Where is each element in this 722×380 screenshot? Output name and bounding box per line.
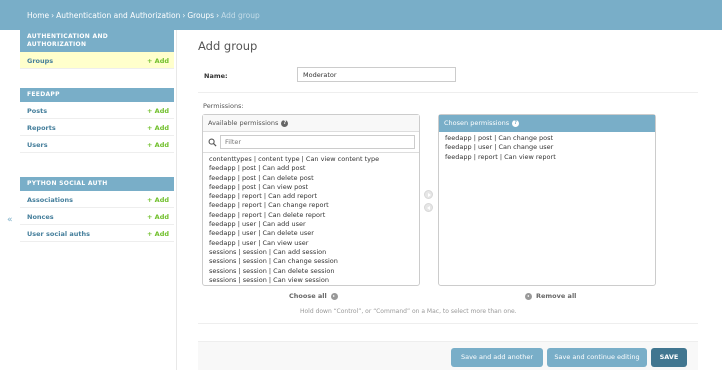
choose-all-label[interactable]: Choose all	[289, 292, 327, 300]
permission-option[interactable]: sessions | session | Can view session	[209, 276, 413, 285]
chosen-permissions-title-text: Chosen permissions	[444, 119, 510, 127]
help-icon[interactable]: ?	[512, 119, 520, 127]
permission-option[interactable]: feedapp | user | Can view user	[209, 239, 413, 248]
remove-all-link[interactable]: Remove all	[525, 292, 576, 300]
module-caption[interactable]: PYTHON SOCIAL AUTH	[20, 177, 174, 191]
sidebar-item-users[interactable]: Users + Add	[20, 136, 174, 153]
arrow-left-icon	[525, 292, 532, 300]
permission-option[interactable]: feedapp | post | Can view post	[209, 183, 413, 192]
breadcrumb-model-link[interactable]: Groups	[187, 11, 214, 20]
permission-option[interactable]: feedapp | post | Can delete post	[209, 174, 413, 183]
sidebar-collapse-toggle[interactable]: «	[7, 215, 13, 225]
available-permissions-title-text: Available permissions	[208, 119, 279, 127]
choose-all-link[interactable]: Choose all	[289, 292, 338, 300]
add-users-link[interactable]: + Add	[147, 141, 169, 149]
name-input[interactable]: Moderator	[297, 67, 456, 82]
permission-option[interactable]: sessions | session | Can add session	[209, 248, 413, 257]
help-icon[interactable]: ?	[281, 119, 289, 127]
permission-option[interactable]: feedapp | user | Can change user	[445, 143, 649, 152]
module-feedapp: FEEDAPP Posts + Add Reports + Add Users …	[20, 88, 174, 153]
add-groups-link[interactable]: + Add	[147, 57, 169, 65]
add-associations-link[interactable]: + Add	[147, 196, 169, 204]
available-permissions-box: Available permissions? contenttypes | co…	[202, 114, 420, 286]
permission-option[interactable]: feedapp | post | Can add post	[209, 164, 413, 173]
remove-arrow-button[interactable]	[424, 203, 433, 212]
sidebar-item-reports[interactable]: Reports + Add	[20, 119, 174, 136]
permission-option[interactable]: feedapp | report | Can change report	[209, 201, 413, 210]
module-caption[interactable]: FEEDAPP	[20, 88, 174, 102]
submit-row: Save and add another Save and continue e…	[198, 341, 698, 370]
permissions-label: Permissions:	[203, 102, 244, 110]
sidebar-item-label[interactable]: Groups	[27, 57, 53, 65]
permission-option[interactable]: sessions | session | Can delete session	[209, 267, 413, 276]
permission-option[interactable]: feedapp | user | Can delete user	[209, 229, 413, 238]
sidebar-item-associations[interactable]: Associations + Add	[20, 191, 174, 208]
remove-all-label[interactable]: Remove all	[536, 292, 576, 300]
chosen-permissions-title: Chosen permissions?	[439, 115, 655, 132]
permission-option[interactable]: feedapp | post | Can change post	[445, 134, 649, 143]
arrow-right-icon	[330, 292, 338, 300]
breadcrumb: Home › Authentication and Authorization › Gr…	[0, 0, 722, 30]
available-permissions-list[interactable]: contenttypes | content type | Can view c…	[203, 153, 419, 285]
available-permissions-title: Available permissions?	[203, 115, 419, 132]
add-user-social-auths-link[interactable]: + Add	[147, 230, 169, 238]
breadcrumb-separator: ›	[51, 11, 55, 20]
permission-option[interactable]: feedapp | report | Can add report	[209, 192, 413, 201]
breadcrumb-current: Add group	[221, 11, 260, 20]
permission-option[interactable]: feedapp | report | Can view report	[445, 153, 649, 162]
save-and-continue-button[interactable]: Save and continue editing	[547, 348, 647, 367]
filter-input[interactable]	[220, 135, 415, 149]
add-posts-link[interactable]: + Add	[147, 107, 169, 115]
sidebar-item-nonces[interactable]: Nonces + Add	[20, 208, 174, 225]
save-button[interactable]: SAVE	[651, 348, 687, 367]
page-title: Add group	[198, 39, 258, 53]
sidebar-item-label[interactable]: Users	[27, 141, 48, 149]
sidebar-item-posts[interactable]: Posts + Add	[20, 102, 174, 119]
sidebar-item-label[interactable]: User social auths	[27, 230, 90, 238]
filter-row	[203, 132, 419, 153]
permission-option[interactable]: feedapp | user | Can add user	[209, 220, 413, 229]
save-and-add-another-button[interactable]: Save and add another	[451, 348, 543, 367]
permission-option[interactable]: sessions | session | Can change session	[209, 257, 413, 266]
sidebar-item-label[interactable]: Associations	[27, 196, 73, 204]
breadcrumb-home-link[interactable]: Home	[27, 11, 49, 20]
search-icon	[208, 138, 217, 147]
module-caption[interactable]: AUTHENTICATION AND AUTHORIZATION	[20, 30, 174, 52]
add-nonces-link[interactable]: + Add	[147, 213, 169, 221]
add-reports-link[interactable]: + Add	[147, 124, 169, 132]
permission-option[interactable]: contenttypes | content type | Can view c…	[209, 155, 413, 164]
chosen-permissions-list[interactable]: feedapp | post | Can change post feedapp …	[439, 132, 655, 285]
breadcrumb-separator: ›	[182, 11, 186, 20]
permission-option[interactable]: feedapp | report | Can delete report	[209, 211, 413, 220]
module-auth: AUTHENTICATION AND AUTHORIZATION Groups …	[20, 30, 174, 69]
name-label: Name:	[204, 72, 228, 80]
breadcrumb-app-link[interactable]: Authentication and Authorization	[56, 11, 180, 20]
main-content: Add group Name: Moderator Permissions: A…	[198, 30, 698, 370]
sidebar-item-user-social-auths[interactable]: User social auths + Add	[20, 225, 174, 242]
sidebar-divider	[176, 30, 177, 370]
help-text: Hold down “Control”, or “Command” on a M…	[300, 308, 517, 315]
sidebar-item-label[interactable]: Posts	[27, 107, 47, 115]
chosen-permissions-box: Chosen permissions? feedapp | post | Can…	[438, 114, 656, 286]
sidebar-item-groups[interactable]: Groups + Add	[20, 52, 174, 69]
sidebar-item-label[interactable]: Reports	[27, 124, 56, 132]
divider	[198, 323, 698, 324]
sidebar-item-label[interactable]: Nonces	[27, 213, 54, 221]
breadcrumb-separator: ›	[216, 11, 220, 20]
module-social-auth: PYTHON SOCIAL AUTH Associations + Add No…	[20, 177, 174, 242]
choose-arrow-button[interactable]	[424, 190, 433, 199]
divider	[198, 92, 698, 93]
